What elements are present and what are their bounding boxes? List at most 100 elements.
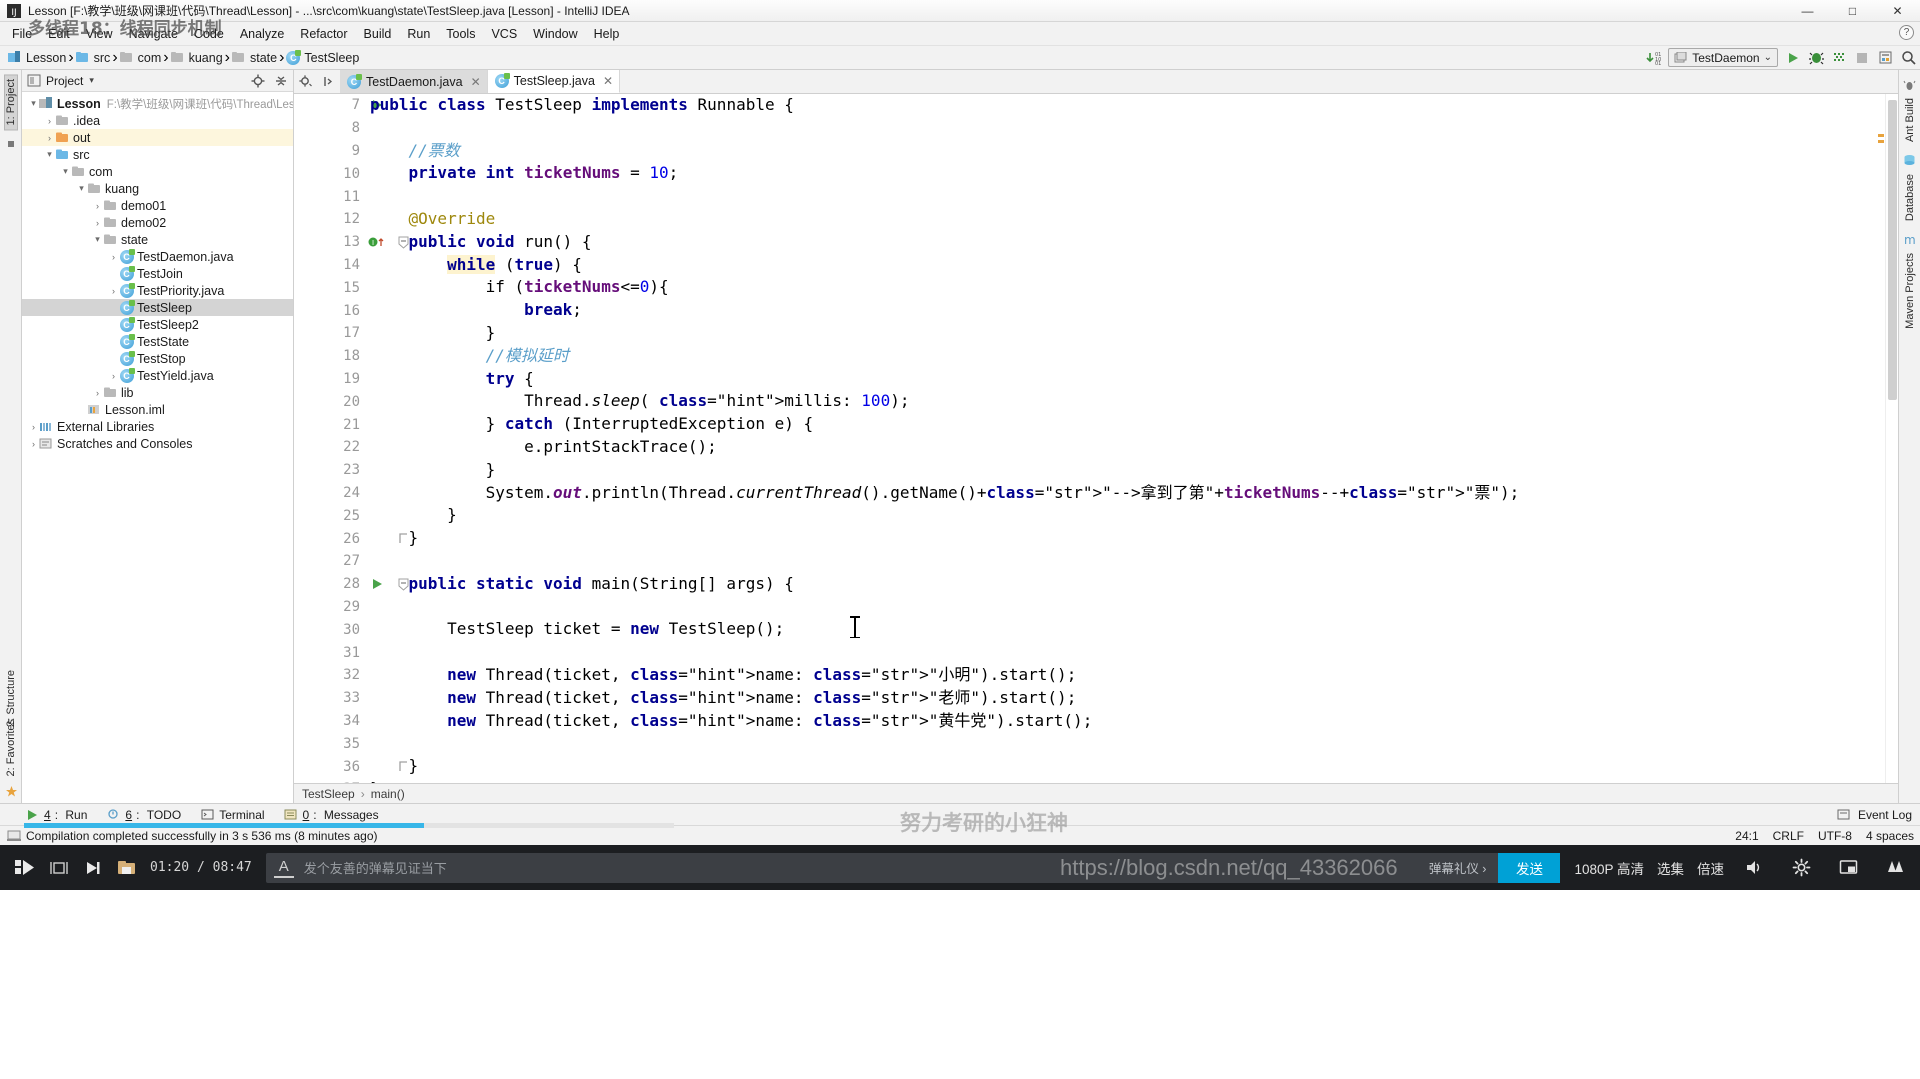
speed-selector[interactable]: 倍速 <box>1697 858 1724 878</box>
gutter-line-19[interactable]: 19 <box>294 368 366 391</box>
chevron-right-icon[interactable]: › <box>108 371 119 381</box>
editor-vertical-scrollbar[interactable] <box>1885 94 1898 783</box>
favorites-star-icon[interactable] <box>3 783 19 799</box>
chevron-down-icon[interactable]: ▾ <box>44 149 55 160</box>
maximize-button[interactable]: □ <box>1830 0 1875 22</box>
chevron-down-icon[interactable]: ▾ <box>92 234 103 245</box>
menu-run[interactable]: Run <box>399 24 438 44</box>
maven-icon[interactable]: m <box>1902 231 1918 247</box>
danmaku-font-icon[interactable]: A <box>273 858 294 878</box>
episodes-button[interactable]: 选集 <box>1657 858 1684 878</box>
gutter-line-21[interactable]: 21 <box>294 413 366 436</box>
menu-window[interactable]: Window <box>525 24 585 44</box>
tree-node-demo02[interactable]: › demo02 <box>22 214 293 231</box>
code-line-23[interactable]: } <box>370 459 1898 482</box>
gutter-line-18[interactable]: 18 <box>294 345 366 368</box>
code-line-37[interactable]: } <box>370 778 1898 783</box>
debug-icon[interactable] <box>1808 50 1824 66</box>
code-line-30[interactable]: TestSleep ticket = new TestSleep(); <box>370 618 1898 641</box>
gutter-line-36[interactable]: 36 <box>294 755 407 778</box>
chevron-down-icon[interactable]: ▾ <box>60 166 71 177</box>
gutter-line-10[interactable]: 10 <box>294 162 366 185</box>
tool-window-button-database[interactable]: Database <box>1904 170 1916 225</box>
danmaku-input[interactable]: 发个友善的弹幕见证当下 <box>294 858 1429 877</box>
code-line-36[interactable]: } <box>370 755 1898 778</box>
chevron-down-icon[interactable]: ▾ <box>28 98 39 109</box>
breadcrumb-item-src[interactable]: src <box>74 50 113 66</box>
code-line-16[interactable]: break; <box>370 299 1898 322</box>
gutter-line-26[interactable]: 26 <box>294 527 407 550</box>
tree-node-demo01[interactable]: › demo01 <box>22 197 293 214</box>
code-line-14[interactable]: while (true) { <box>370 254 1898 277</box>
gutter-line-33[interactable]: 33 <box>294 687 366 710</box>
gutter-line-32[interactable]: 32 <box>294 664 366 687</box>
editor-gutter[interactable]: 7 8 9 10 11 12 13 I 14 15 16 17 18 19 20 21 22 23 24 25 26 27… <box>294 94 408 783</box>
code-line-18[interactable]: //模拟延时 <box>370 345 1898 368</box>
indent-setting[interactable]: 4 spaces <box>1866 829 1914 843</box>
code-line-32[interactable]: new Thread(ticket, class="hint">name: cl… <box>370 664 1898 687</box>
tree-node-testyield-java[interactable]: › C TestYield.java <box>22 367 293 384</box>
breadcrumb-item-lesson[interactable]: Lesson <box>6 50 68 66</box>
close-icon[interactable]: ✕ <box>603 74 613 88</box>
code-line-26[interactable]: } <box>370 527 1898 550</box>
tree-node-src[interactable]: ▾ src <box>22 146 293 163</box>
code-line-28[interactable]: public static void main(String[] args) { <box>370 573 1898 596</box>
code-line-19[interactable]: try { <box>370 368 1898 391</box>
tree-node-state[interactable]: ▾ state <box>22 231 293 248</box>
hide-panel-icon[interactable] <box>320 73 336 89</box>
code-line-27[interactable] <box>370 550 1898 573</box>
editor-breadcrumb-class[interactable]: TestSleep <box>302 787 355 801</box>
send-danmaku-button[interactable]: 发送 <box>1498 852 1561 883</box>
tree-node-testpriority-java[interactable]: › C TestPriority.java <box>22 282 293 299</box>
tree-node-testsleep[interactable]: C TestSleep <box>22 299 293 316</box>
database-toolbar-icon[interactable] <box>1877 50 1893 66</box>
menu-help[interactable]: Help <box>586 24 628 44</box>
widescreen-icon[interactable] <box>42 851 76 885</box>
breadcrumb-item-testsleep[interactable]: C TestSleep <box>284 49 361 66</box>
chevron-right-icon[interactable]: › <box>92 201 103 211</box>
fullscreen-icon[interactable] <box>1878 851 1912 885</box>
tree-node-lesson[interactable]: ▾ Lesson F:\教学\班级\网课班\代码\Thread\Lesson <box>22 95 293 112</box>
tree-node-testjoin[interactable]: C TestJoin <box>22 265 293 282</box>
tool-window-button-run[interactable]: 4: Run <box>24 807 87 823</box>
tree-node-lesson-iml[interactable]: Lesson.iml <box>22 401 293 418</box>
chevron-right-icon[interactable]: › <box>108 286 119 296</box>
tree-node--idea[interactable]: › .idea <box>22 112 293 129</box>
menu-vcs[interactable]: VCS <box>483 24 525 44</box>
gutter-line-30[interactable]: 30 <box>294 618 366 641</box>
code-line-7[interactable]: public class TestSleep implements Runnab… <box>370 94 1898 117</box>
gear-icon[interactable] <box>298 73 314 89</box>
stop-button[interactable] <box>1854 50 1870 66</box>
gutter-line-25[interactable]: 25 <box>294 504 366 527</box>
gutter-line-12[interactable]: 12 <box>294 208 366 231</box>
editor-tab-testsleep[interactable]: C TestSleep.java ✕ <box>487 70 621 93</box>
code-line-12[interactable]: @Override <box>370 208 1898 231</box>
breadcrumb-item-com[interactable]: com <box>118 50 164 66</box>
code-line-35[interactable] <box>370 732 1898 755</box>
menu-edit[interactable]: Edit <box>40 24 78 44</box>
scrollbar-thumb[interactable] <box>1888 100 1897 400</box>
gutter-line-7[interactable]: 7 <box>294 94 382 117</box>
code-line-15[interactable]: if (ticketNums<=0){ <box>370 276 1898 299</box>
folder-icon[interactable] <box>110 851 144 885</box>
gutter-line-35[interactable]: 35 <box>294 732 366 755</box>
line-separator[interactable]: CRLF <box>1773 829 1804 843</box>
code-line-13[interactable]: public void run() { <box>370 231 1898 254</box>
updates-icon[interactable]: 01 10 01 <box>1645 50 1661 66</box>
editor-breadcrumb-method[interactable]: main() <box>371 787 405 801</box>
gear-icon[interactable] <box>250 73 266 89</box>
editor-error-stripe[interactable] <box>1878 94 1884 783</box>
code-line-31[interactable] <box>370 641 1898 664</box>
code-line-34[interactable]: new Thread(ticket, class="hint">name: cl… <box>370 710 1898 733</box>
gutter-line-37[interactable]: 37 <box>294 778 366 783</box>
code-line-33[interactable]: new Thread(ticket, class="hint">name: cl… <box>370 687 1898 710</box>
minimize-button[interactable]: — <box>1785 0 1830 22</box>
chevron-down-icon[interactable]: ▾ <box>76 183 87 194</box>
tool-window-button-todo[interactable]: 6: TODO <box>105 807 181 823</box>
danmaku-input-box[interactable]: A 发个友善的弹幕见证当下 弹幕礼仪 › 发送 <box>265 852 1561 883</box>
volume-icon[interactable] <box>1737 851 1771 885</box>
editor-code-text[interactable]: public class TestSleep implements Runnab… <box>366 94 1898 783</box>
code-line-8[interactable] <box>370 117 1898 140</box>
tool-window-button-event-log[interactable]: Event Log <box>1836 807 1912 823</box>
search-icon[interactable] <box>1900 50 1916 66</box>
